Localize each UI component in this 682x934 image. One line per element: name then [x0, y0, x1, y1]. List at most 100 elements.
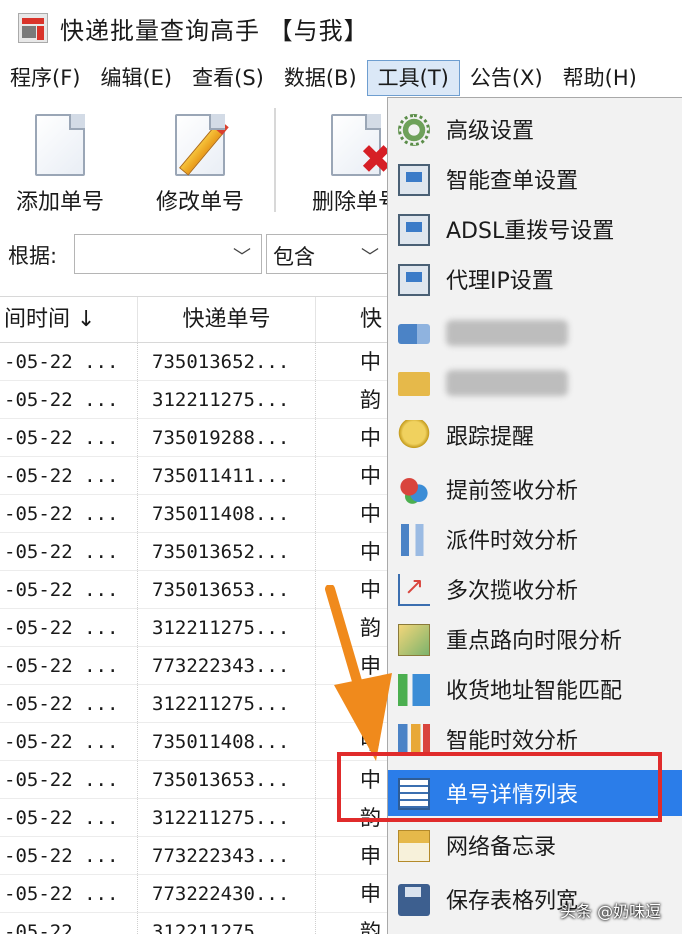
- table-row[interactable]: -05-22 ... 735019288... 中: [0, 419, 388, 457]
- menu-item-tools-6[interactable]: 跟踪提醒: [388, 412, 682, 458]
- menu-item-tools-1[interactable]: 智能查单设置: [388, 156, 682, 202]
- title-bar: 快递批量查询高手 【与我】: [0, 0, 682, 56]
- table-row[interactable]: -05-22 ... 735013652... 中: [0, 343, 388, 381]
- menu-item-tools-2[interactable]: ADSL重拨号设置: [388, 206, 682, 252]
- truck-icon: [398, 324, 430, 344]
- time-chart-icon: [398, 724, 430, 756]
- cell-courier: 韵: [316, 685, 388, 722]
- menu-edit[interactable]: 编辑(E): [90, 58, 182, 98]
- table-row[interactable]: -05-22 ... 312211275... 韵: [0, 799, 388, 837]
- cell-time: -05-22 ...: [0, 875, 138, 912]
- tools-dropdown-menu: 高级设置 智能查单设置 ADSL重拨号设置 代理IP设置跟踪提醒提前签收分析派件时效分…: [387, 97, 682, 934]
- add-number-label: 添加单号: [15, 190, 104, 215]
- results-table: 间时间 ↓ 快递单号 快 -05-22 ... 735013652... 中 -05-…: [0, 296, 388, 934]
- add-number-button[interactable]: 添加单号: [0, 108, 120, 215]
- cell-courier: 韵: [316, 799, 388, 836]
- cell-tracking-number: 773222343...: [138, 647, 316, 684]
- bell-icon: [398, 420, 430, 452]
- filter-label: 根据:: [8, 244, 58, 268]
- menu-item-label: 保存表格列宽: [446, 889, 579, 914]
- menu-item-tools-3[interactable]: 代理IP设置: [388, 256, 682, 302]
- menu-item-label: 智能时效分析: [446, 729, 579, 754]
- cell-time: -05-22 ...: [0, 685, 138, 722]
- table-row[interactable]: -05-22 ... 312211275... 韵: [0, 685, 388, 723]
- menu-item-tools-8[interactable]: 派件时效分析: [388, 516, 682, 562]
- menu-item-tools-10[interactable]: 重点路向时限分析: [388, 616, 682, 662]
- redacted-label: [446, 370, 568, 396]
- menu-item-redacted-5[interactable]: [388, 360, 682, 406]
- menu-item-tools-12[interactable]: 智能时效分析: [388, 716, 682, 762]
- cell-courier: 中: [316, 495, 388, 532]
- menu-item-label: 派件时效分析: [446, 529, 579, 554]
- document-edit-icon: [175, 114, 225, 176]
- cell-tracking-number: 773222430...: [138, 875, 316, 912]
- cell-time: -05-22 ...: [0, 457, 138, 494]
- filter-mode-select[interactable]: 包含 ﹀: [266, 234, 390, 274]
- cell-time: -05-22 ...: [0, 571, 138, 608]
- menu-item-redacted-4[interactable]: [388, 310, 682, 356]
- table-row[interactable]: -05-22 ... 735013652... 中: [0, 533, 388, 571]
- table-row[interactable]: -05-22 ... 735011411... 中: [0, 457, 388, 495]
- table-row[interactable]: -05-22 ... 773222343... 申: [0, 837, 388, 875]
- monitor-icon: [398, 164, 430, 196]
- table-row[interactable]: -05-22 ... 735011408... 中: [0, 495, 388, 533]
- cell-courier: 中: [316, 533, 388, 570]
- cell-tracking-number: 312211275...: [138, 913, 316, 934]
- filter-mode-value: 包含: [273, 245, 315, 269]
- menu-item-label: 收货地址智能匹配: [446, 679, 623, 704]
- menu-help[interactable]: 帮助(H): [553, 58, 647, 98]
- menu-item-tools-0[interactable]: 高级设置: [388, 106, 682, 152]
- menu-item-tools-9[interactable]: 多次揽收分析: [388, 566, 682, 612]
- menu-item-label: 重点路向时限分析: [446, 629, 623, 654]
- column-header-courier[interactable]: 快: [316, 297, 388, 342]
- chevron-down-icon: ﹀: [361, 247, 379, 268]
- table-row[interactable]: -05-22 ... 312211275... 韵: [0, 609, 388, 647]
- table-row[interactable]: -05-22 ... 312211275... 韵: [0, 913, 388, 934]
- cell-time: -05-22 ...: [0, 609, 138, 646]
- cell-courier: 中: [316, 571, 388, 608]
- cell-courier: 中: [316, 761, 388, 798]
- table-row[interactable]: -05-22 ... 735011408... 中: [0, 723, 388, 761]
- cell-tracking-number: 735011408...: [138, 723, 316, 760]
- watermark: 头条 @奶味逗: [560, 902, 662, 921]
- cell-time: -05-22 ...: [0, 381, 138, 418]
- cell-time: -05-22 ...: [0, 837, 138, 874]
- menu-item-label: 跟踪提醒: [446, 425, 535, 450]
- cell-time: -05-22 ...: [0, 495, 138, 532]
- menu-data[interactable]: 数据(B): [274, 58, 367, 98]
- edit-number-button[interactable]: 修改单号: [140, 108, 260, 215]
- cell-tracking-number: 735011408...: [138, 495, 316, 532]
- menu-item-label: 单号详情列表: [446, 783, 579, 808]
- table-row[interactable]: -05-22 ... 773222430... 申: [0, 875, 388, 913]
- gear-icon: [398, 114, 430, 146]
- monitor-icon: [398, 264, 430, 296]
- menu-tools[interactable]: 工具(T): [366, 60, 460, 96]
- cell-tracking-number: 735013652...: [138, 533, 316, 570]
- filter-field-select[interactable]: ﹀: [74, 234, 262, 274]
- cell-courier: 申: [316, 647, 388, 684]
- notebook-icon: [398, 830, 430, 862]
- edit-number-label: 修改单号: [155, 190, 244, 215]
- map-icon: [398, 624, 430, 656]
- cell-courier: 中: [316, 419, 388, 456]
- table-row[interactable]: -05-22 ... 735013653... 中: [0, 761, 388, 799]
- menu-item-tools-14[interactable]: 网络备忘录: [388, 822, 682, 868]
- cell-time: -05-22 ...: [0, 723, 138, 760]
- menu-bar: 程序(F) 编辑(E) 查看(S) 数据(B) 工具(T) 公告(X) 帮助(H…: [0, 58, 682, 98]
- menu-item-tools-13[interactable]: 单号详情列表: [388, 770, 682, 816]
- table-row[interactable]: -05-22 ... 773222343... 申: [0, 647, 388, 685]
- table-row[interactable]: -05-22 ... 735013653... 中: [0, 571, 388, 609]
- menu-item-tools-7[interactable]: 提前签收分析: [388, 466, 682, 512]
- menu-item-tools-11[interactable]: 收货地址智能匹配: [388, 666, 682, 712]
- menu-notice[interactable]: 公告(X): [460, 58, 553, 98]
- table-row[interactable]: -05-22 ... 312211275... 韵: [0, 381, 388, 419]
- cell-time: -05-22 ...: [0, 799, 138, 836]
- cell-tracking-number: 735013653...: [138, 571, 316, 608]
- cell-time: -05-22 ...: [0, 343, 138, 380]
- cell-tracking-number: 735013653...: [138, 761, 316, 798]
- column-header-time[interactable]: 间时间 ↓: [0, 297, 138, 342]
- column-header-tracking-number[interactable]: 快递单号: [138, 297, 316, 342]
- cell-courier: 申: [316, 875, 388, 912]
- menu-view[interactable]: 查看(S): [182, 58, 274, 98]
- menu-program[interactable]: 程序(F): [0, 58, 90, 98]
